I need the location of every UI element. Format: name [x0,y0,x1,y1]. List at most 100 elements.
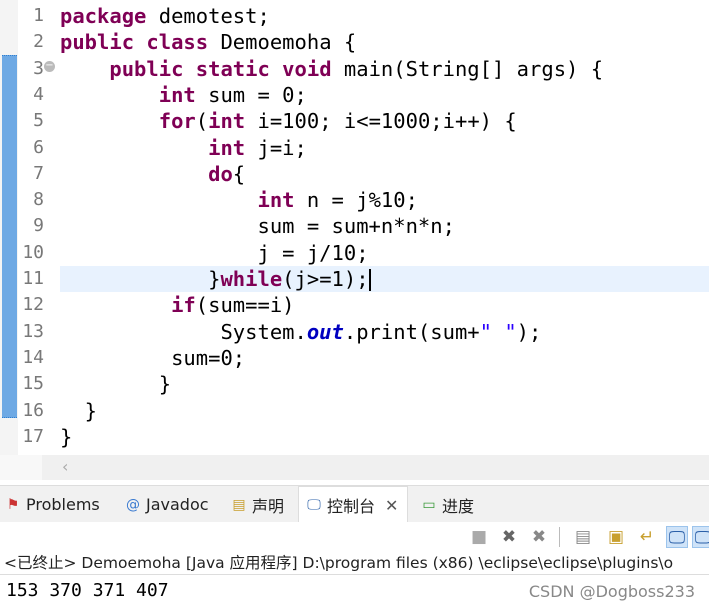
console-process-label: <已终止> Demoemoha [Java 应用程序] D:\program f… [0,552,709,575]
clear-console-icon[interactable]: ▤ [572,526,594,548]
line-number: 3 [33,57,44,79]
close-icon[interactable]: ✕ [385,496,398,515]
watermark: CSDN @Dogboss233 [528,582,695,601]
keyword-token: if [171,293,196,318]
tab-problems[interactable]: ⚑ Problems [4,486,100,523]
code-line[interactable]: sum = sum+n*n*n; [60,213,455,239]
show-on-output-icon[interactable]: 🖵 [666,526,688,548]
code-token: sum = 0; [195,82,307,107]
code-token: n = j%10; [294,188,418,213]
code-line[interactable]: } [60,371,171,397]
declaration-icon: ▤ [232,496,246,513]
keyword-token: public class [60,30,209,55]
code-line[interactable]: if(sum==i) [60,292,294,318]
code-token: } [60,372,172,397]
line-number: 10 [22,241,44,263]
code-token: main(String[] args) { [331,56,604,81]
line-number: 7 [33,162,44,184]
line-number: 6 [33,136,44,158]
line-number: 16 [22,399,44,421]
code-token: sum = sum+n*n*n; [60,214,455,239]
code-line[interactable]: } [60,398,97,424]
remove-launch-icon[interactable]: ✖ [498,526,520,548]
horizontal-scrollbar[interactable]: ‹ [0,455,709,480]
terminate-icon[interactable]: ■ [468,526,490,548]
line-number: 13 [22,320,44,342]
code-token: j = j/10; [60,240,369,265]
code-line[interactable]: for(int i=100; i<=1000;i++) { [60,108,517,134]
code-token: ); [516,319,542,344]
console-icon: 🖵 [307,497,321,513]
line-number: 9 [33,215,44,237]
code-line[interactable]: System.out.print(sum+" "); [60,319,541,345]
code-line[interactable]: do{ [60,161,245,187]
panel-tabs: ⚑ Problems @ Javadoc ▤ 声明 🖵 控制台 ✕ ▭ 进度 [0,485,709,523]
tab-javadoc[interactable]: @ Javadoc [124,486,209,523]
toolbar-separator [559,527,560,547]
field-token: out [306,319,344,344]
tab-label: 进度 [442,496,475,516]
line-number: 15 [22,373,44,395]
code-token: (j>=1); [282,267,369,291]
code-editor[interactable]: 1 2 3 4 5 6 7 8 9 10 11 12 13 14 15 16 17 − package demo… [0,0,709,455]
code-token: demotest; [146,4,270,28]
code-token: ( [195,109,209,134]
line-number: 2 [33,31,44,53]
code-line[interactable]: int j=i; [60,135,307,161]
line-number: 1 [33,5,44,26]
keyword-token: while [220,267,283,291]
tab-label: Problems [26,495,100,514]
problems-icon: ⚑ [6,496,20,513]
code-token: } [60,398,98,423]
code-line[interactable]: } [60,424,72,450]
show-on-error-icon[interactable]: 🖵 [692,526,709,548]
code-line[interactable]: public class Demoemoha { [60,29,356,55]
code-token: } [60,267,221,291]
code-token: i=100; i<=1000;i++) { [245,109,517,134]
at-icon: @ [126,496,140,513]
code-line[interactable]: }while(j>=1); [60,266,371,292]
string-token: " " [479,319,517,344]
code-line[interactable]: sum=0; [60,345,245,371]
console-output[interactable]: 153 370 371 407 [6,580,169,601]
code-token: j=i; [245,135,307,160]
tab-console[interactable]: 🖵 控制台 ✕ [298,486,408,523]
tab-label: 声明 [252,496,285,516]
fold-collapse-icon[interactable]: − [44,61,55,72]
tab-declaration[interactable]: ▤ 声明 [230,486,284,523]
scroll-lock-icon[interactable]: ▣ [605,526,627,548]
code-line[interactable]: int n = j%10; [60,187,418,213]
line-number: 17 [22,425,44,447]
keyword-token: public static void [109,56,332,81]
code-line[interactable]: j = j/10; [60,240,369,266]
tab-label: 控制台 [327,497,376,516]
overview-ruler [0,0,18,455]
text-cursor [368,269,371,291]
code-token: Demoemoha { [208,30,357,55]
word-wrap-icon[interactable]: ↵ [636,526,658,548]
code-line[interactable]: public static void main(String[] args) { [60,56,603,82]
code-line[interactable]: int sum = 0; [60,82,307,108]
remove-all-launches-icon[interactable]: ✖ [528,526,550,548]
keyword-token: int [208,109,246,134]
keyword-token: int [257,188,295,213]
console-panel: ⚑ Problems @ Javadoc ▤ 声明 🖵 控制台 ✕ ▭ 进度 ■ ✖ ✖ ▤… [0,485,709,613]
tab-progress[interactable]: ▭ 进度 [420,486,474,523]
console-toolbar: ■ ✖ ✖ ▤ ▣ ↵ 🖵 🖵 [0,522,709,552]
line-number: 14 [22,346,44,368]
line-number: 5 [33,110,44,132]
quick-diff-bar [2,55,17,418]
code-token: { [232,161,246,186]
keyword-token: do [208,161,233,186]
code-line[interactable]: package demotest; [60,3,270,29]
keyword-token: int [208,135,246,160]
code-token: System. [60,319,307,344]
line-number: 8 [33,189,44,211]
scroll-left-icon[interactable]: ‹ [62,457,68,476]
